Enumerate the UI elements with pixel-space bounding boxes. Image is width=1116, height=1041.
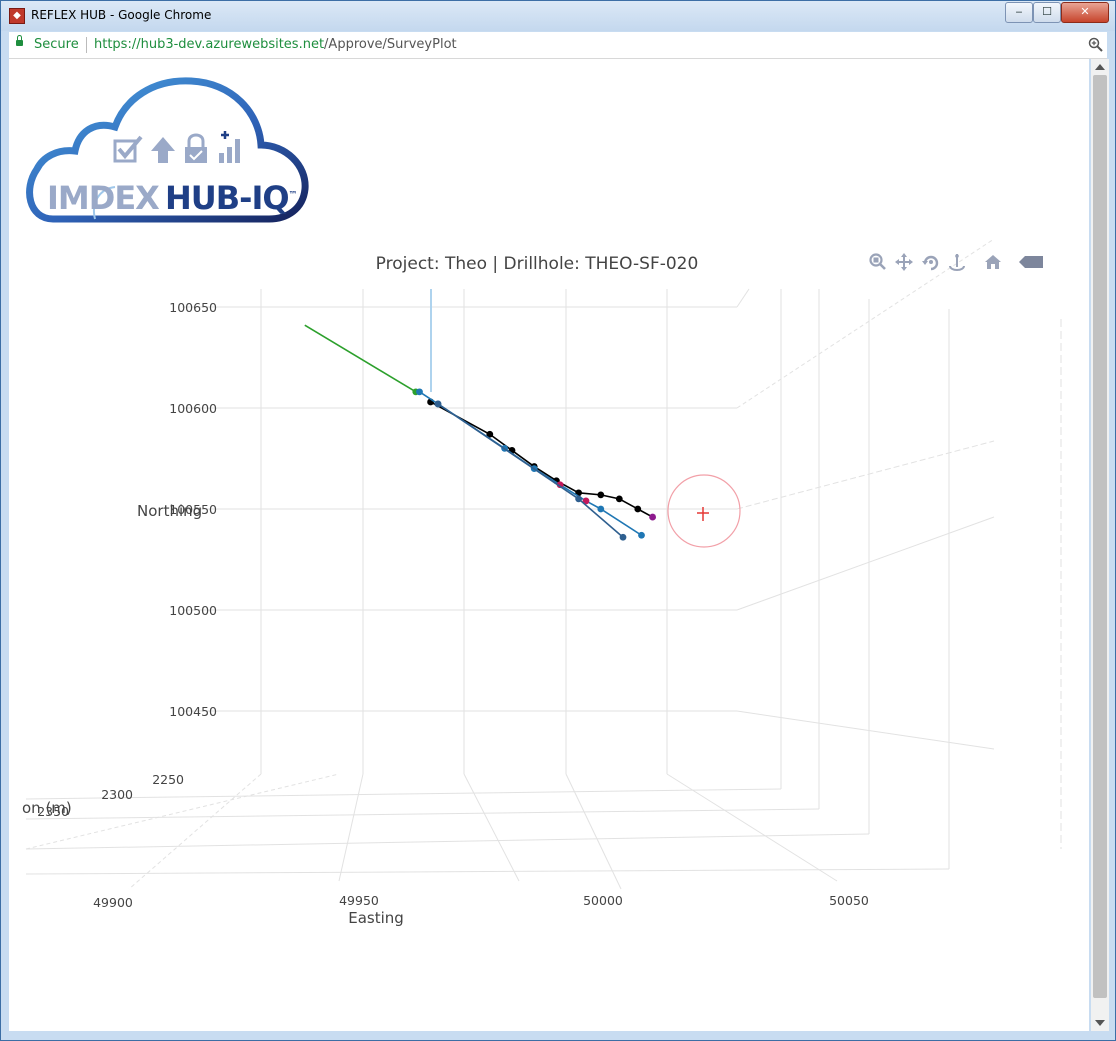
address-bar[interactable]: Secure https://hub3-dev.azurewebsites.ne…	[9, 32, 1107, 59]
easting-tick: 50000	[583, 893, 623, 908]
series-line-0	[304, 324, 417, 393]
series-line-3	[437, 403, 624, 538]
title-bar: ◆ REFLEX HUB - Google Chrome ‒ ☐ ✕	[1, 1, 1115, 31]
secure-label: Secure	[34, 37, 79, 52]
easting-axis-title: Easting	[348, 909, 404, 927]
survey-plot[interactable]: Project: Theo | Drillhole: THEO-SF-020 1…	[9, 59, 1089, 1031]
vertical-scrollbar[interactable]	[1091, 59, 1109, 1031]
scroll-up-arrow-icon[interactable]	[1095, 64, 1105, 70]
scroll-thumb[interactable]	[1093, 75, 1107, 998]
plotly-logo-icon[interactable]	[1017, 252, 1045, 272]
lock-icon	[16, 35, 23, 46]
app-icon: ◆	[9, 8, 25, 24]
minimize-button[interactable]: ‒	[1005, 2, 1033, 23]
series-point[interactable]	[649, 513, 656, 521]
northing-tick: 100650	[169, 300, 217, 315]
series-point[interactable]	[638, 531, 645, 539]
series-point[interactable]	[575, 495, 582, 503]
series-point[interactable]	[634, 505, 642, 513]
scroll-down-arrow-icon[interactable]	[1095, 1020, 1105, 1026]
pan-icon[interactable]	[894, 252, 914, 272]
target-circle	[667, 474, 741, 548]
chart-title: Project: Theo | Drillhole: THEO-SF-020	[376, 254, 699, 274]
northing-tick: 100500	[169, 603, 217, 618]
window-title: REFLEX HUB - Google Chrome	[31, 8, 212, 22]
close-button[interactable]: ✕	[1061, 2, 1109, 23]
northing-tick: 100600	[169, 401, 217, 416]
northing-tick: 100450	[169, 704, 217, 719]
series-point[interactable]	[597, 491, 605, 499]
turntable-rotation-icon[interactable]	[947, 252, 967, 272]
page-viewport: IMDEX HUB-IQ™ Project: Theo | Drillhole:…	[9, 59, 1089, 1031]
easting-tick: 50050	[829, 893, 869, 908]
browser-window: ◆ REFLEX HUB - Google Chrome ‒ ☐ ✕ Secur…	[0, 0, 1116, 1041]
series-point[interactable]	[619, 533, 627, 541]
series-point[interactable]	[597, 505, 605, 513]
url-host: https://hub3-dev.azurewebsites.net	[94, 37, 325, 52]
elevation-tick: 2300	[101, 787, 133, 802]
reset-camera-home-icon[interactable]	[983, 252, 1003, 272]
elevation-axis-title: on (m)	[22, 799, 72, 817]
easting-tick: 49900	[93, 895, 133, 910]
elevation-tick: 2250	[152, 772, 184, 787]
series-point[interactable]	[434, 400, 442, 408]
zoom-icon[interactable]	[1088, 37, 1103, 52]
northing-axis-title: Northing	[137, 502, 202, 520]
address-separator	[86, 37, 87, 53]
zoom-icon[interactable]	[868, 252, 888, 272]
series-point[interactable]	[615, 495, 623, 503]
series-layer	[304, 324, 656, 541]
plot-grid	[25, 238, 1062, 890]
easting-tick: 49950	[339, 893, 379, 908]
url-text[interactable]: https://hub3-dev.azurewebsites.net/Appro…	[94, 37, 457, 52]
url-path: /Approve/SurveyPlot	[324, 37, 457, 52]
plot-modebar	[859, 252, 1049, 272]
orbit-rotation-icon[interactable]	[921, 252, 941, 272]
maximize-button[interactable]: ☐	[1033, 2, 1061, 23]
series-point[interactable]	[416, 388, 423, 396]
